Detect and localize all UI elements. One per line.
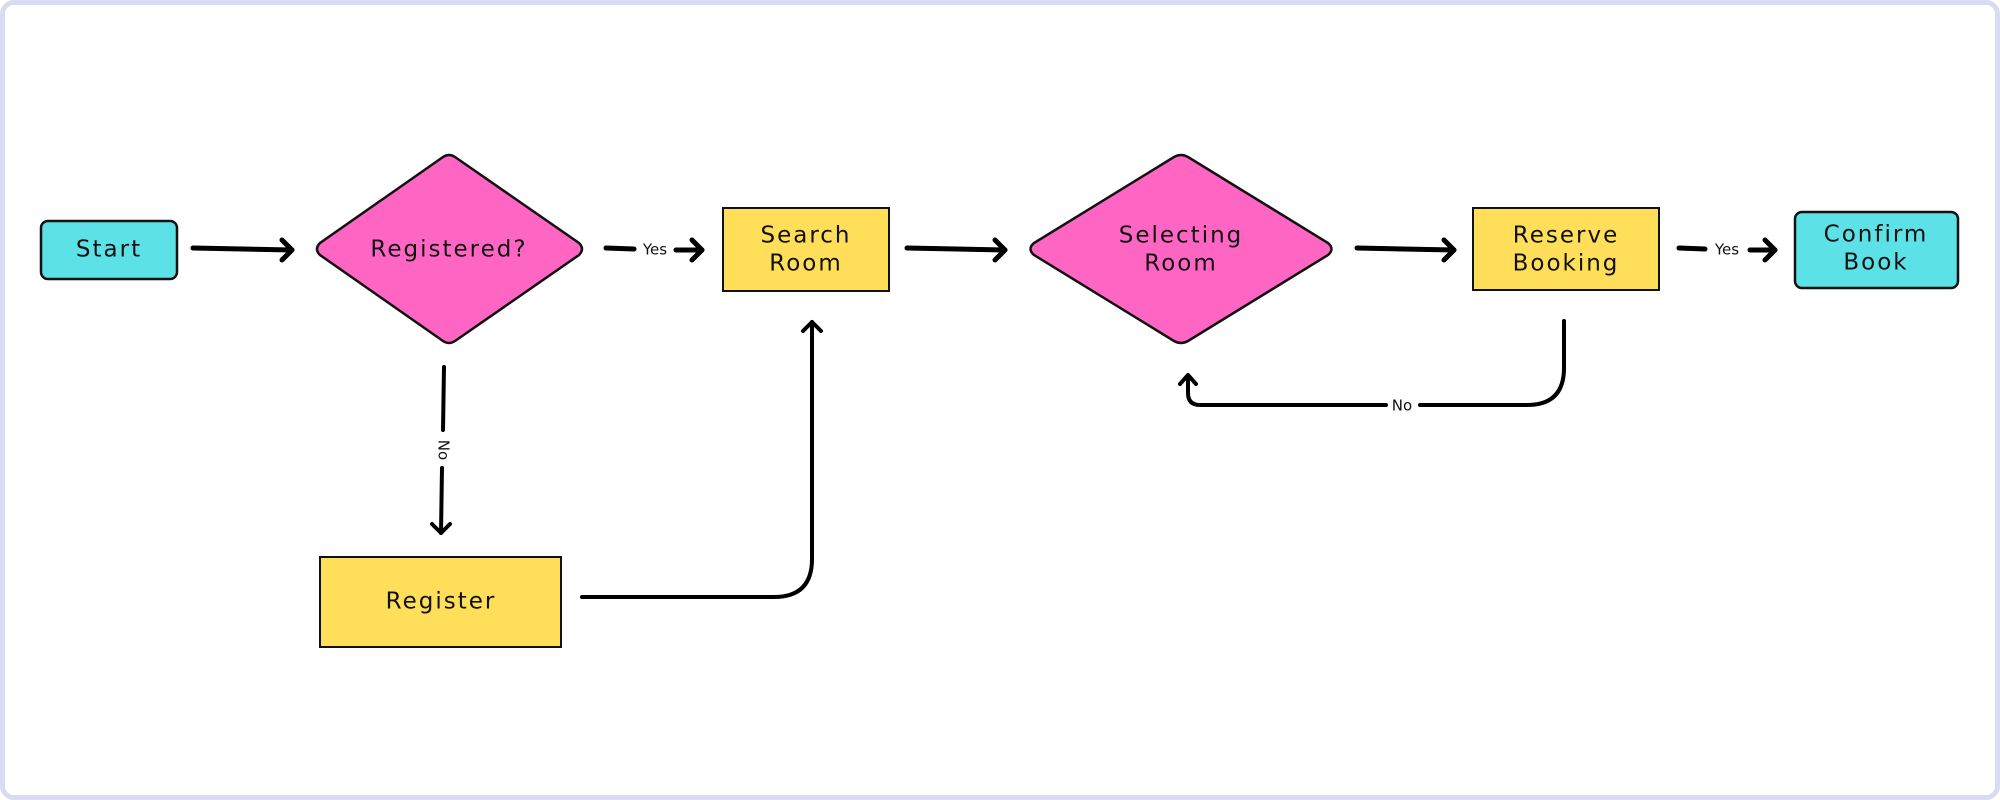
- edge-label-no: No: [1392, 397, 1412, 415]
- node-confirm-book-label-line1: Confirm: [1824, 222, 1929, 248]
- node-reserve-booking[interactable]: Reserve Booking: [1472, 207, 1660, 291]
- edge-label-yes: Yes: [642, 241, 667, 259]
- flowchart: Yes No Yes No Start Registered? Search R…: [39, 153, 1960, 648]
- node-registered-label: Registered?: [370, 237, 527, 263]
- node-confirm-book-label-line2: Book: [1843, 250, 1908, 276]
- node-register-label: Register: [386, 589, 497, 615]
- edge-registered-to-search-room[interactable]: Yes: [603, 237, 705, 263]
- node-start[interactable]: Start: [39, 219, 179, 281]
- node-search-room-label-line2: Room: [769, 251, 843, 277]
- node-register[interactable]: Register: [319, 556, 562, 648]
- edge-registered-to-register[interactable]: No: [430, 365, 453, 535]
- node-search-room-label-line1: Search: [760, 223, 851, 249]
- node-confirm-book[interactable]: Confirm Book: [1793, 210, 1960, 290]
- edge-selecting-room-to-reserve-booking[interactable]: [1354, 237, 1457, 263]
- edge-start-to-registered[interactable]: [190, 237, 295, 263]
- edge-register-to-search-room[interactable]: [580, 320, 823, 599]
- edge-label-yes: Yes: [1714, 241, 1739, 259]
- node-registered-decision[interactable]: Registered?: [315, 153, 584, 345]
- edge-reserve-booking-to-selecting-room[interactable]: No: [1178, 319, 1566, 415]
- edge-reserve-booking-to-confirm-book[interactable]: Yes: [1676, 237, 1778, 263]
- node-selecting-room-label-line2: Room: [1144, 251, 1218, 277]
- node-search-room[interactable]: Search Room: [722, 207, 890, 292]
- node-reserve-booking-label-line2: Booking: [1513, 251, 1620, 277]
- node-reserve-booking-label-line1: Reserve: [1513, 223, 1619, 249]
- node-selecting-room-decision[interactable]: Selecting Room: [1029, 153, 1333, 345]
- edge-search-room-to-selecting-room[interactable]: [904, 237, 1008, 263]
- node-start-label: Start: [76, 237, 142, 263]
- node-selecting-room-label-line1: Selecting: [1119, 223, 1244, 249]
- edge-label-no: No: [435, 440, 453, 460]
